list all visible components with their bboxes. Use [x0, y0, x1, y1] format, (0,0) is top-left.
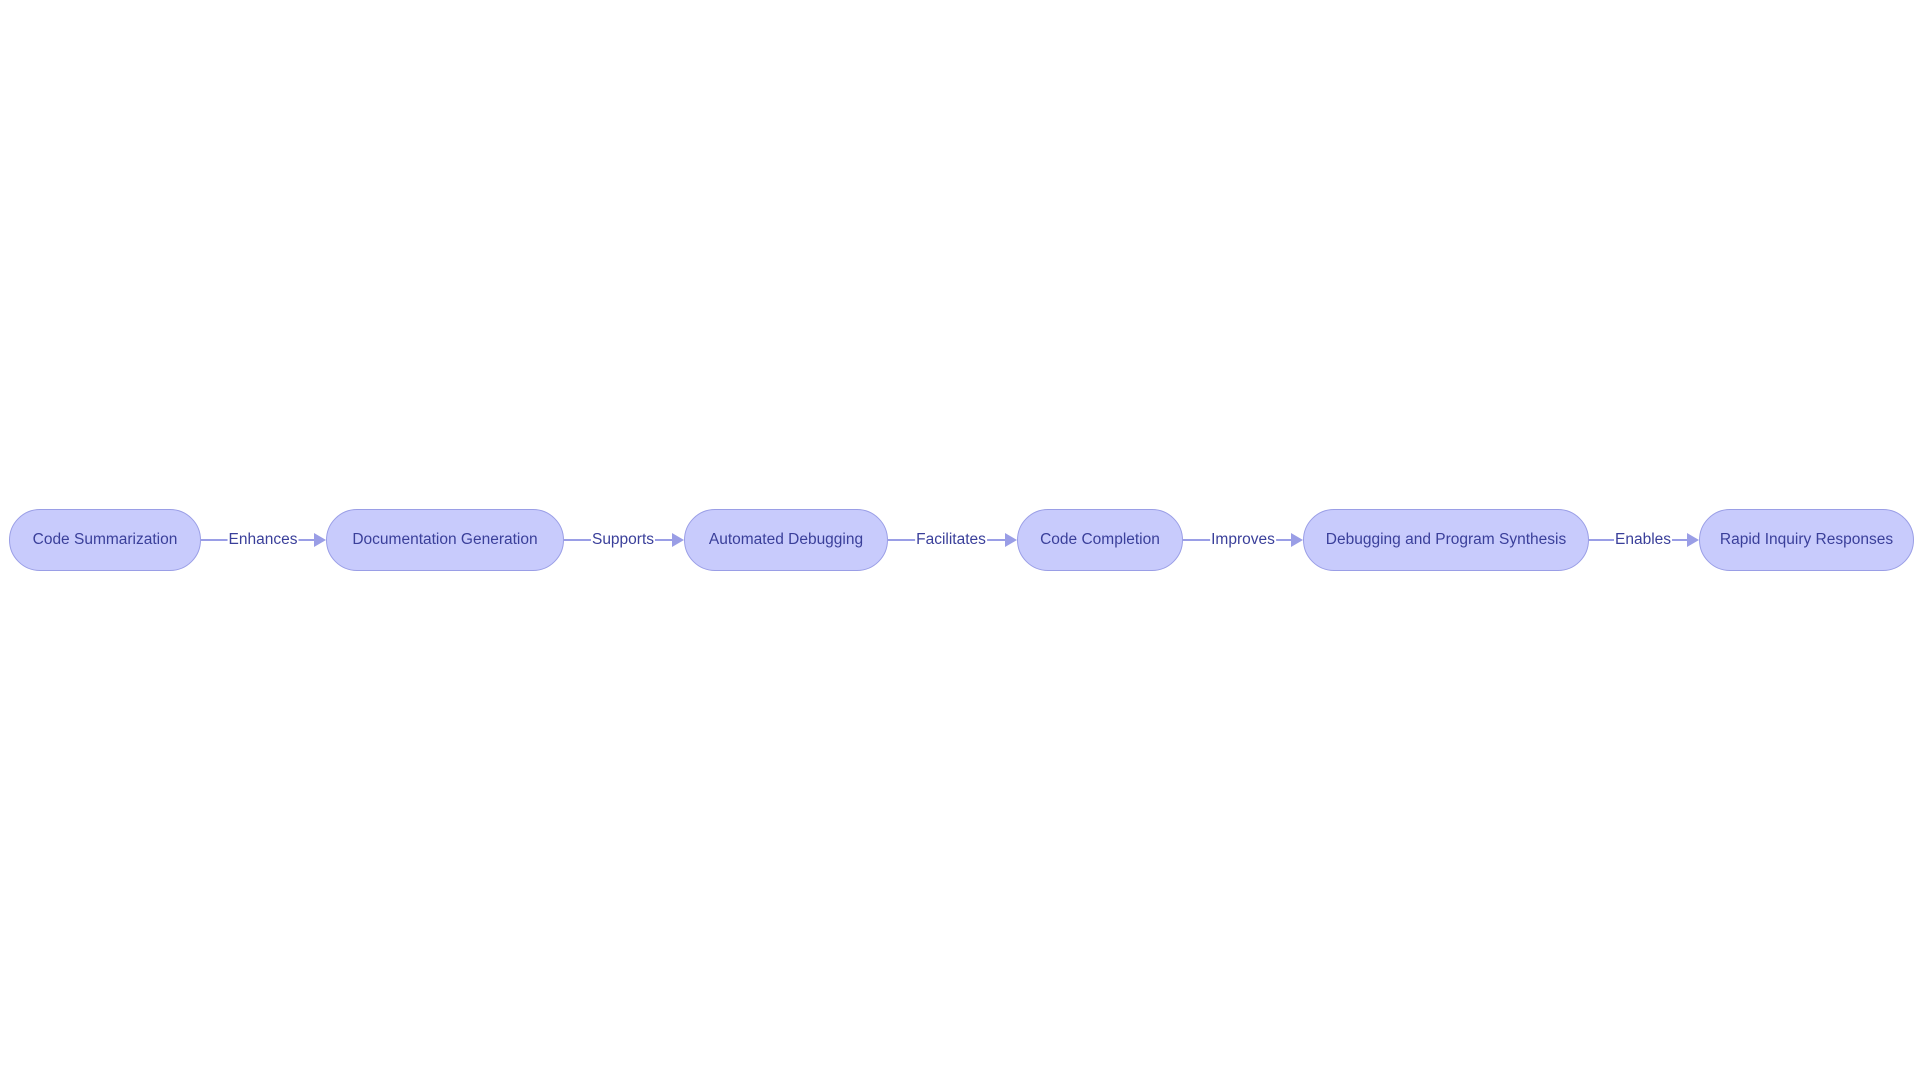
node-rapid-inquiry-responses[interactable]: Rapid Inquiry Responses	[1699, 509, 1914, 571]
node-label: Documentation Generation	[352, 531, 538, 548]
node-label: Code Summarization	[32, 531, 178, 548]
node-label: Debugging and Program Synthesis	[1325, 531, 1567, 548]
node-debugging-and-program-synthesis[interactable]: Debugging and Program Synthesis	[1303, 509, 1589, 571]
arrowhead-icon	[1005, 533, 1017, 547]
flowchart-diagram: Code Summarization Documentation Generat…	[0, 0, 1920, 1083]
node-label: Rapid Inquiry Responses	[1719, 531, 1894, 548]
node-automated-debugging[interactable]: Automated Debugging	[684, 509, 888, 571]
arrowhead-icon	[1687, 533, 1699, 547]
edge-label-supports: Supports	[590, 529, 656, 551]
node-code-summarization[interactable]: Code Summarization	[9, 509, 201, 571]
edge-label-enhances: Enhances	[227, 529, 299, 551]
node-label: Code Completion	[1040, 531, 1160, 548]
edge-label-improves: Improves	[1210, 529, 1276, 551]
arrowhead-icon	[672, 533, 684, 547]
node-label: Automated Debugging	[708, 531, 864, 548]
arrowhead-icon	[1291, 533, 1303, 547]
edge-label-enables: Enables	[1613, 529, 1673, 551]
edge-label-facilitates: Facilitates	[915, 529, 987, 551]
arrowhead-icon	[314, 533, 326, 547]
node-documentation-generation[interactable]: Documentation Generation	[326, 509, 564, 571]
node-code-completion[interactable]: Code Completion	[1017, 509, 1183, 571]
